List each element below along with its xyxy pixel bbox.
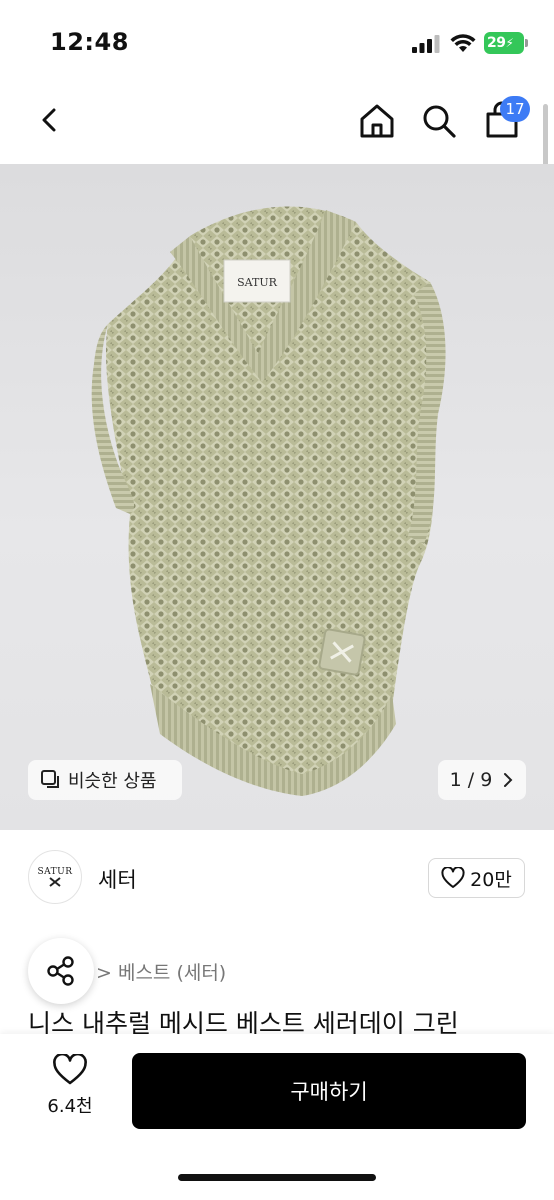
nav-bar bbox=[0, 88, 554, 164]
similar-products-button[interactable]: 비슷한 상품 bbox=[28, 760, 182, 800]
wishlist-count: 6.4천 bbox=[47, 1096, 93, 1117]
shop-logo-text: SATUR bbox=[37, 867, 73, 877]
home-icon[interactable] bbox=[356, 100, 398, 142]
knit-vest-image: SATUR bbox=[91, 206, 446, 796]
shop-logo[interactable]: SATUR bbox=[28, 850, 82, 904]
shop-like-count: 20만 bbox=[470, 868, 512, 891]
image-page-counter[interactable]: 1 / 9 bbox=[438, 760, 526, 800]
battery-level: 29⚡ bbox=[484, 32, 524, 54]
battery-cap bbox=[525, 39, 528, 47]
status-time: 12:48 bbox=[50, 28, 129, 56]
heart-outline-icon bbox=[441, 867, 465, 888]
cart-count-badge: 17 bbox=[500, 96, 530, 122]
status-bar: 12:48 29⚡ bbox=[0, 0, 554, 88]
battery-charging-icon: 29⚡ bbox=[484, 32, 528, 54]
wifi-icon bbox=[450, 34, 476, 52]
signal-icon bbox=[412, 35, 440, 53]
similar-items-icon bbox=[41, 770, 59, 788]
wishlist-button[interactable]: 6.4천 bbox=[30, 1054, 110, 1124]
similar-products-label: 비슷한 상품 bbox=[68, 771, 157, 792]
buy-button[interactable]: 구매하기 bbox=[132, 1053, 526, 1129]
shop-row: SATUR 세터 20만 bbox=[0, 830, 554, 928]
chevron-right-icon bbox=[504, 773, 513, 787]
heart-outline-icon bbox=[53, 1054, 87, 1085]
shop-logo-mark-icon bbox=[49, 877, 61, 887]
page-counter-text: 1 / 9 bbox=[449, 769, 493, 791]
product-image[interactable]: SATUR 비슷한 상품 1 / 9 bbox=[0, 164, 554, 830]
home-indicator bbox=[178, 1174, 376, 1181]
back-chevron-icon[interactable] bbox=[30, 100, 70, 140]
neck-label-text: SATUR bbox=[237, 276, 277, 289]
shop-name[interactable]: 세터 bbox=[98, 864, 137, 894]
search-icon[interactable] bbox=[418, 100, 460, 142]
shop-like-button[interactable]: 20만 bbox=[428, 858, 525, 898]
scroll-indicator bbox=[543, 104, 548, 170]
share-icon bbox=[47, 956, 74, 986]
share-button[interactable] bbox=[28, 938, 94, 1004]
category-breadcrumb[interactable]: > 베스트 (세터) bbox=[96, 958, 226, 985]
